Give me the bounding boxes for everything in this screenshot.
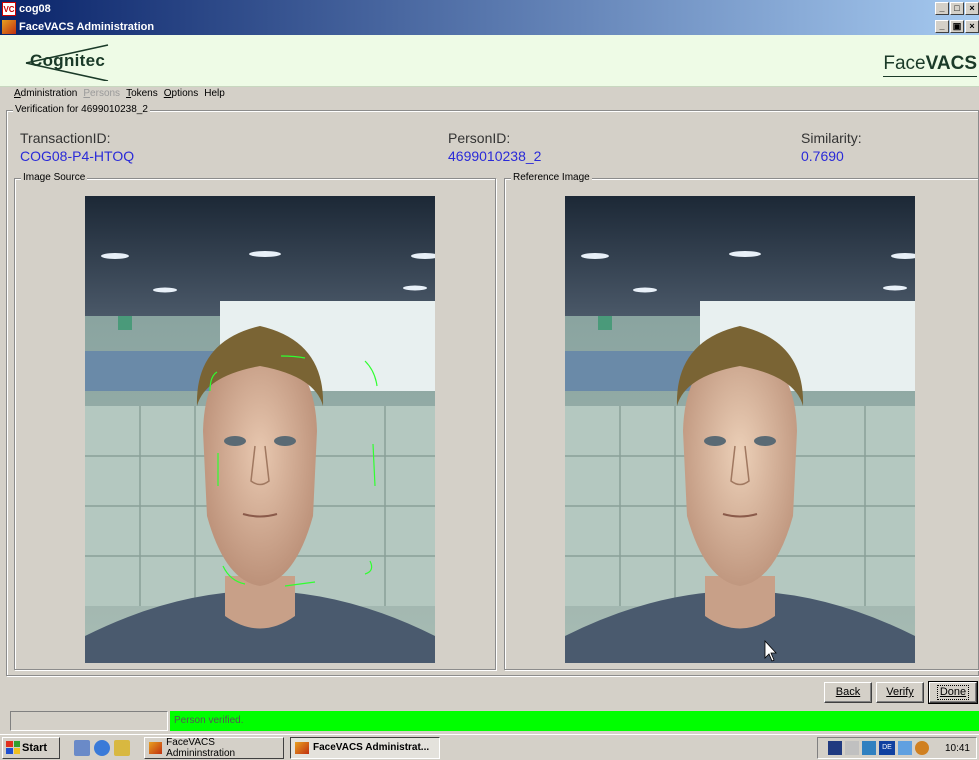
network-icon[interactable] — [862, 741, 876, 755]
status-left-panel — [10, 711, 168, 731]
facevacs-task-icon — [149, 741, 163, 754]
back-button[interactable]: Back — [824, 682, 872, 703]
maximize-button[interactable]: □ — [950, 2, 964, 15]
start-button[interactable]: Start — [2, 736, 60, 759]
internet-explorer-icon[interactable] — [94, 739, 110, 756]
transaction-id-value: COG08-P4-HTOQ — [20, 148, 135, 164]
vc-icon[interactable]: VC — [2, 2, 16, 16]
language-icon[interactable]: DE — [879, 741, 895, 755]
inner-minimize-button[interactable]: _ — [935, 20, 949, 33]
reference-image-legend: Reference Image — [511, 172, 592, 184]
inner-title-bar: FaceVACS Administration _ ▣ × — [0, 18, 979, 35]
outlook-icon[interactable] — [114, 739, 130, 756]
menu-persons: Persons — [83, 88, 121, 99]
facevacs-icon[interactable] — [2, 19, 16, 34]
clock: 10:41 — [944, 742, 970, 754]
close-button[interactable]: × — [965, 2, 979, 15]
inner-close-button[interactable]: × — [965, 20, 979, 33]
menu-options[interactable]: Options — [164, 88, 198, 99]
facevacs-task-icon — [295, 741, 309, 754]
tray-app-icon[interactable] — [828, 741, 842, 755]
verify-button[interactable]: Verify — [876, 682, 924, 703]
inner-restore-button[interactable]: ▣ — [950, 20, 964, 33]
similarity-label: Similarity: — [801, 130, 862, 146]
outer-window-title: cog08 — [19, 3, 51, 15]
system-tray: DE 10:41 — [817, 737, 977, 759]
image-source-legend: Image Source — [21, 172, 88, 184]
inner-window-title: FaceVACS Administration — [19, 20, 155, 33]
person-id-value: 4699010238_2 — [448, 148, 542, 164]
logo-text: Cognitec — [30, 51, 106, 70]
menu-administration[interactable]: Administration — [14, 88, 77, 99]
status-message: Person verified. — [170, 711, 979, 731]
desktop-icon[interactable] — [74, 739, 90, 756]
windows-flag-icon — [6, 741, 20, 754]
task-facevacs-admininstration[interactable]: FaceVACS Admininstration — [144, 736, 284, 759]
menu-help[interactable]: Help — [204, 88, 225, 99]
brand-banner: Cognitec FaceVACS — [0, 35, 979, 87]
person-id-label: PersonID: — [448, 130, 511, 146]
taskbar: Start FaceVACS Admininstration FaceVACS … — [0, 734, 979, 760]
task-facevacs-administration-active[interactable]: FaceVACS Administrat... — [290, 736, 440, 759]
facevacs-brand: FaceVACS — [883, 53, 977, 77]
volume-icon[interactable] — [845, 741, 859, 755]
tray-status-icon[interactable] — [898, 741, 912, 755]
status-bar: Person verified. — [0, 711, 979, 731]
reference-face-image — [565, 196, 915, 663]
quick-launch — [74, 739, 130, 756]
transaction-id-label: TransactionID: — [20, 130, 111, 146]
verification-legend: Verification for 4699010238_2 — [13, 104, 150, 116]
similarity-value: 0.7690 — [801, 148, 844, 164]
minimize-button[interactable]: _ — [935, 2, 949, 15]
tray-color-icon[interactable] — [915, 741, 929, 755]
menu-bar: Administration Persons Tokens Options He… — [14, 88, 225, 99]
outer-title-bar: VC cog08 _ □ × — [0, 0, 979, 18]
source-face-image — [85, 196, 435, 663]
done-button[interactable]: Done — [928, 681, 978, 704]
menu-tokens[interactable]: Tokens — [126, 88, 158, 99]
